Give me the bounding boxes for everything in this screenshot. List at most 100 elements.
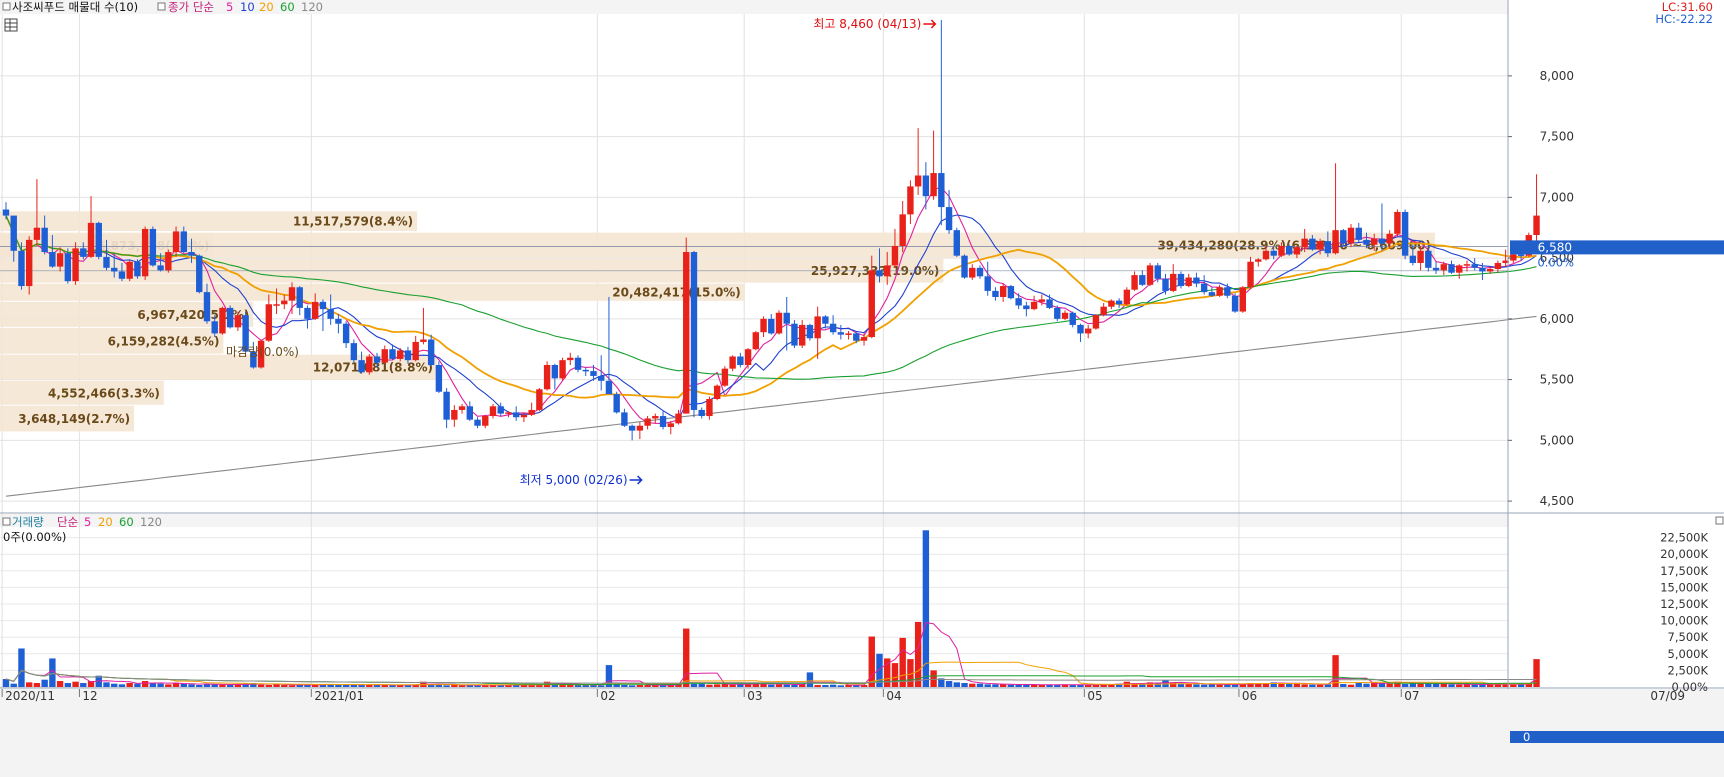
candle-body[interactable] xyxy=(103,256,110,268)
volume-bar[interactable] xyxy=(165,684,172,687)
candle-body[interactable] xyxy=(598,375,605,381)
candle-body[interactable] xyxy=(667,423,674,427)
volume-bar[interactable] xyxy=(683,628,690,687)
candle-body[interactable] xyxy=(806,324,814,339)
candle-body[interactable] xyxy=(1425,250,1432,268)
volume-bar[interactable] xyxy=(598,685,605,687)
candle-body[interactable] xyxy=(111,267,118,272)
candle-body[interactable] xyxy=(203,292,211,322)
candle-body[interactable] xyxy=(273,304,280,306)
candle-body[interactable] xyxy=(342,323,350,344)
candle-body[interactable] xyxy=(296,287,303,308)
candle-body[interactable] xyxy=(891,245,899,266)
candle-body[interactable] xyxy=(783,312,790,324)
candle-body[interactable] xyxy=(373,356,381,363)
volume-bar[interactable] xyxy=(1340,684,1347,687)
volume-bar[interactable] xyxy=(64,683,72,687)
candle-body[interactable] xyxy=(180,231,187,253)
volume-bar[interactable] xyxy=(984,684,991,687)
candle-body[interactable] xyxy=(397,350,404,359)
candle-body[interactable] xyxy=(868,270,875,338)
volume-bar[interactable] xyxy=(1347,684,1355,687)
candle-body[interactable] xyxy=(404,350,412,361)
candle-body[interactable] xyxy=(559,360,566,379)
volume-bar[interactable] xyxy=(1510,684,1517,687)
volume-bar[interactable] xyxy=(1193,684,1200,687)
volume-bar[interactable] xyxy=(914,621,922,687)
volume-bar[interactable] xyxy=(111,683,118,687)
candle-body[interactable] xyxy=(1015,298,1022,306)
candle-body[interactable] xyxy=(644,418,651,426)
volume-bar[interactable] xyxy=(1363,683,1370,687)
volume-bar[interactable] xyxy=(265,685,273,687)
candle-body[interactable] xyxy=(466,406,473,420)
candle-body[interactable] xyxy=(567,357,574,361)
candle-body[interactable] xyxy=(1517,254,1525,256)
candle-body[interactable] xyxy=(1324,241,1332,254)
volume-bar[interactable] xyxy=(80,683,87,687)
candle-body[interactable] xyxy=(41,227,48,253)
candle-body[interactable] xyxy=(930,173,937,197)
volume-bar[interactable] xyxy=(1425,683,1432,687)
candle-body[interactable] xyxy=(149,228,157,266)
candle-body[interactable] xyxy=(543,365,551,390)
volume-bar[interactable] xyxy=(768,684,775,687)
candle-body[interactable] xyxy=(1494,262,1502,270)
candle-body[interactable] xyxy=(1023,305,1030,310)
volume-bar[interactable] xyxy=(999,684,1007,687)
candle-body[interactable] xyxy=(860,337,868,341)
volume-bar[interactable] xyxy=(899,637,906,687)
candle-body[interactable] xyxy=(528,409,535,415)
candle-body[interactable] xyxy=(628,425,636,431)
candle-body[interactable] xyxy=(605,380,613,395)
volume-bar[interactable] xyxy=(196,685,203,687)
volume-bar[interactable] xyxy=(157,683,164,687)
candle-body[interactable] xyxy=(1131,275,1138,290)
volume-bar[interactable] xyxy=(822,685,829,687)
volume-bar[interactable] xyxy=(806,672,814,687)
candle-body[interactable] xyxy=(1340,230,1347,244)
candle-body[interactable] xyxy=(366,356,373,373)
volume-bar[interactable] xyxy=(389,685,396,687)
candle-body[interactable] xyxy=(953,230,960,256)
candle-body[interactable] xyxy=(165,252,172,271)
volume-bar[interactable] xyxy=(118,684,126,687)
candle-body[interactable] xyxy=(1170,273,1177,291)
candle-body[interactable] xyxy=(2,209,10,216)
volume-bar[interactable] xyxy=(930,670,937,687)
volume-bar[interactable] xyxy=(1293,684,1301,687)
candle-body[interactable] xyxy=(1332,230,1339,254)
candle-body[interactable] xyxy=(636,425,644,431)
candle-body[interactable] xyxy=(319,301,327,310)
candle-body[interactable] xyxy=(435,365,443,392)
candle-body[interactable] xyxy=(1417,250,1424,263)
volume-bar[interactable] xyxy=(56,681,64,687)
candle-body[interactable] xyxy=(1208,292,1216,296)
volume-bar[interactable] xyxy=(335,685,342,687)
volume-bar[interactable] xyxy=(636,685,644,687)
candle-body[interactable] xyxy=(1200,283,1208,293)
candle-body[interactable] xyxy=(675,413,682,424)
volume-bar[interactable] xyxy=(373,685,381,687)
volume-bar[interactable] xyxy=(72,681,79,687)
volume-bar[interactable] xyxy=(976,683,984,687)
collapse-icon[interactable] xyxy=(2,2,11,11)
candle-body[interactable] xyxy=(551,365,559,379)
volume-bar[interactable] xyxy=(868,636,875,687)
candle-body[interactable] xyxy=(837,332,845,335)
candle-body[interactable] xyxy=(744,349,752,366)
candle-body[interactable] xyxy=(613,394,620,413)
candle-body[interactable] xyxy=(474,419,481,426)
candle-body[interactable] xyxy=(1154,265,1161,279)
volume-bar[interactable] xyxy=(1262,684,1270,687)
volume-bar[interactable] xyxy=(1440,684,1447,687)
candle-body[interactable] xyxy=(961,255,968,278)
candle-body[interactable] xyxy=(265,304,273,341)
candle-body[interactable] xyxy=(1394,211,1401,234)
candle-body[interactable] xyxy=(234,315,242,328)
candle-body[interactable] xyxy=(126,261,133,279)
candle-body[interactable] xyxy=(1092,315,1100,329)
candle-body[interactable] xyxy=(1030,301,1038,310)
volume-bar[interactable] xyxy=(706,684,713,687)
candle-body[interactable] xyxy=(1255,259,1262,262)
